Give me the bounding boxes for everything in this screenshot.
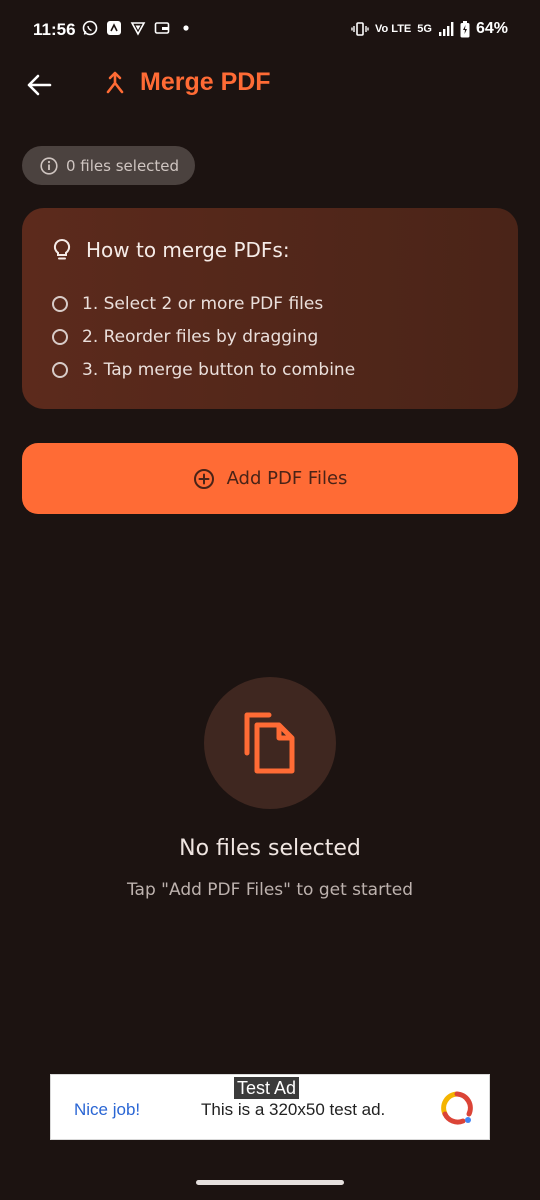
- ad-headline: Nice job!: [74, 1100, 141, 1119]
- how-to-card: How to merge PDFs: 1. Select 2 or more P…: [22, 208, 518, 409]
- arrow-left-icon: [27, 74, 52, 96]
- how-to-header: How to merge PDFs:: [52, 238, 290, 262]
- whatsapp-icon: [82, 20, 98, 36]
- app-notification-icon: [107, 21, 121, 35]
- status-bar: 11:56 Vo LTE 5G 64%: [0, 0, 540, 62]
- gesture-nav-handle[interactable]: [196, 1180, 344, 1185]
- title-wrap: Merge PDF: [104, 68, 271, 97]
- more-notifications-dot-icon: [183, 25, 189, 31]
- step-text: 2. Reorder files by dragging: [82, 326, 319, 347]
- battery-percent: 64%: [475, 20, 508, 37]
- step-text: 3. Tap merge button to combine: [82, 359, 356, 380]
- app-bar: Merge PDF: [0, 62, 540, 114]
- lightbulb-icon: [53, 238, 71, 260]
- step-item: 3. Tap merge button to combine: [52, 353, 355, 386]
- step-bullet-icon: [52, 361, 68, 378]
- ad-tag: Test Ad: [234, 1077, 300, 1099]
- merge-icon: [106, 71, 124, 93]
- network-label: 5G: [417, 23, 432, 35]
- signal-icon: [438, 22, 454, 36]
- ad-banner[interactable]: Test Ad Nice job! This is a 320x50 test …: [50, 1074, 490, 1140]
- ad-logo-icon: [441, 1091, 473, 1125]
- files-selected-label: 0 files selected: [66, 156, 180, 175]
- how-to-title: How to merge PDFs:: [86, 238, 290, 262]
- battery-icon: [460, 20, 470, 37]
- ad-body: This is a 320x50 test ad.: [201, 1100, 386, 1119]
- wallet-icon: [154, 22, 170, 34]
- status-right: Vo LTE 5G 64%: [351, 20, 508, 38]
- vpn-shield-icon: [130, 22, 146, 36]
- files-copy-icon: [244, 712, 295, 774]
- files-selected-chip: 0 files selected: [22, 146, 196, 185]
- status-time: 11:56: [33, 20, 76, 39]
- add-circle-icon: [193, 468, 214, 489]
- step-item: 1. Select 2 or more PDF files: [52, 287, 355, 320]
- step-bullet-icon: [52, 295, 68, 312]
- notification-icons: [82, 20, 194, 36]
- empty-state-illustration: [204, 677, 336, 809]
- step-bullet-icon: [52, 328, 68, 345]
- back-button[interactable]: [22, 68, 56, 102]
- vibrate-icon: [351, 22, 369, 36]
- info-icon: [40, 156, 58, 175]
- empty-state-title: No files selected: [179, 836, 361, 861]
- step-item: 2. Reorder files by dragging: [52, 320, 355, 353]
- page-title: Merge PDF: [140, 68, 271, 96]
- volte-label: Vo LTE: [375, 23, 412, 35]
- add-pdf-files-label: Add PDF Files: [226, 468, 348, 489]
- empty-state-subtitle: Tap "Add PDF Files" to get started: [126, 880, 413, 900]
- add-pdf-files-button[interactable]: Add PDF Files: [22, 443, 518, 514]
- step-text: 1. Select 2 or more PDF files: [82, 293, 324, 314]
- steps-list: 1. Select 2 or more PDF files 2. Reorder…: [52, 287, 355, 386]
